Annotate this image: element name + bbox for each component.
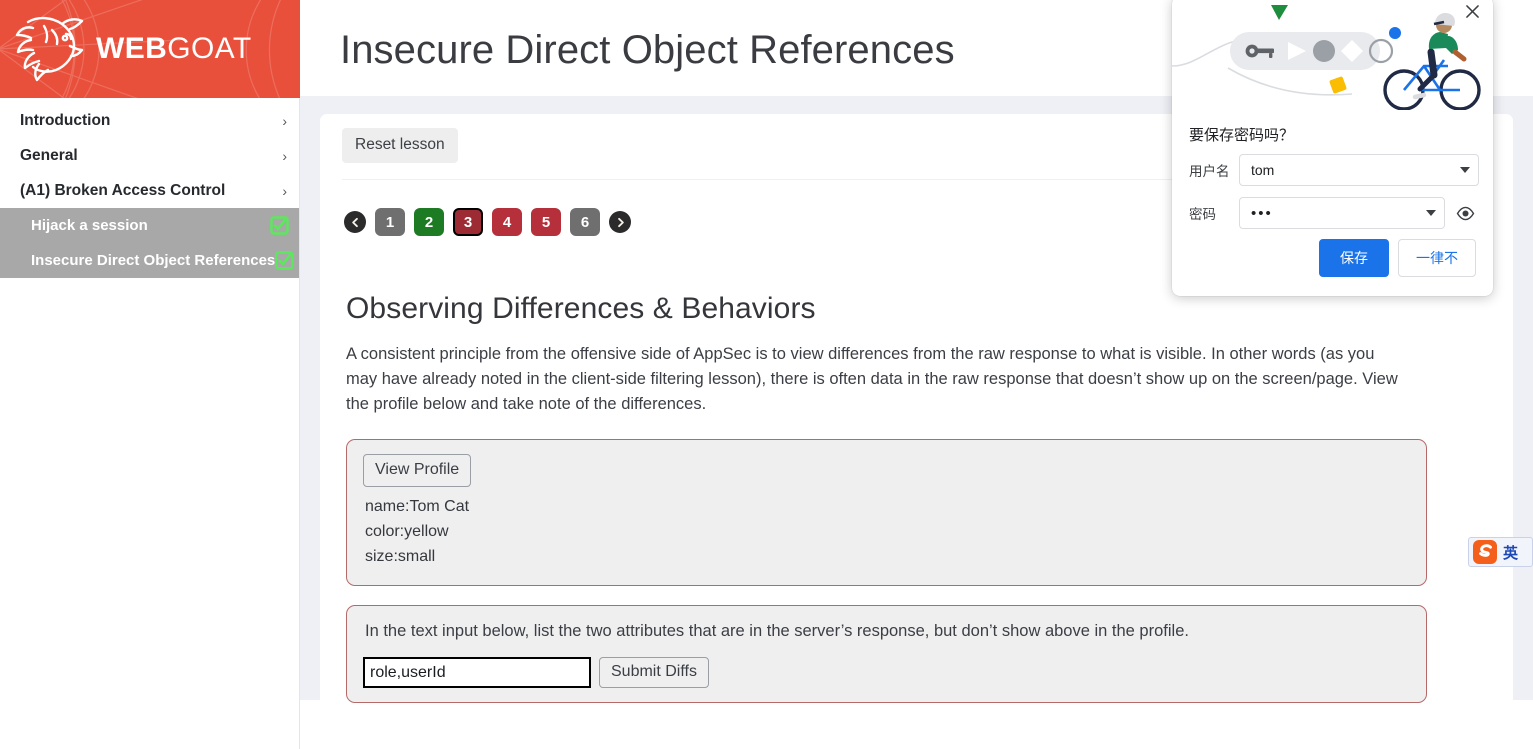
sidebar-item-insecure-direct-object-references[interactable]: Insecure Direct Object References bbox=[0, 243, 299, 278]
sogou-logo-icon bbox=[1473, 540, 1497, 564]
username-label: 用户名 bbox=[1189, 164, 1230, 179]
scrollbar-thumb[interactable] bbox=[0, 262, 14, 270]
check-square-icon bbox=[275, 251, 294, 270]
goat-head-icon bbox=[15, 16, 84, 82]
screen: WEBGOAT Introduction › General › (A1) Br… bbox=[0, 0, 1533, 749]
profile-attribute-color: color:yellow bbox=[365, 523, 449, 540]
lesson-paragraph: A consistent principle from the offensiv… bbox=[346, 345, 1398, 413]
password-row: 密码 ••• bbox=[1189, 197, 1476, 229]
profile-panel: View Profile name:Tom Cat color:yellow s… bbox=[346, 439, 1427, 586]
password-masked-value: ••• bbox=[1251, 204, 1273, 222]
ime-mode-label: 英 bbox=[1503, 544, 1519, 562]
sidebar-item-general[interactable]: General › bbox=[0, 138, 299, 173]
chevron-right-icon: › bbox=[282, 147, 287, 164]
diff-answer-input[interactable] bbox=[363, 657, 591, 688]
chevron-right-icon: › bbox=[282, 112, 287, 129]
page-button-5[interactable]: 5 bbox=[531, 208, 561, 236]
arrow-right-circle-icon[interactable] bbox=[609, 211, 631, 233]
page-button-6[interactable]: 6 bbox=[570, 208, 600, 236]
chevron-down-icon bbox=[1426, 210, 1436, 216]
profile-attribute-name: name:Tom Cat bbox=[365, 498, 470, 515]
sidebar-lesson-label: Hijack a session bbox=[31, 217, 148, 234]
brand-header: WEBGOAT bbox=[0, 0, 300, 98]
arrow-left-circle-icon[interactable] bbox=[344, 211, 366, 233]
sidebar-item-broken-access-control[interactable]: (A1) Broken Access Control › bbox=[0, 173, 299, 208]
reset-lesson-button[interactable]: Reset lesson bbox=[342, 128, 458, 163]
diff-prompt: In the text input below, list the two at… bbox=[365, 622, 1189, 640]
username-field[interactable]: tom bbox=[1239, 154, 1479, 186]
password-field[interactable]: ••• bbox=[1239, 197, 1445, 229]
sogou-ime-bar[interactable]: 英 bbox=[1468, 537, 1533, 567]
save-password-button[interactable]: 保存 bbox=[1319, 239, 1389, 277]
page-button-4[interactable]: 4 bbox=[492, 208, 522, 236]
sidebar-lesson-group: Hijack a session Insecure Direct Object … bbox=[0, 208, 299, 278]
check-square-icon bbox=[270, 216, 289, 235]
page-button-1[interactable]: 1 bbox=[375, 208, 405, 236]
sidebar-item-hijack-a-session[interactable]: Hijack a session bbox=[0, 208, 299, 243]
chevron-right-icon: › bbox=[282, 182, 287, 199]
never-save-button[interactable]: 一律不 bbox=[1398, 239, 1476, 277]
dialog-actions: 保存 一律不 bbox=[1319, 239, 1476, 277]
password-label: 密码 bbox=[1189, 207, 1216, 222]
sidebar-lesson-label: Insecure Direct Object References bbox=[31, 252, 276, 269]
sidebar-item-label: Introduction bbox=[20, 111, 111, 129]
profile-attributes: name:Tom Cat color:yellow size:small bbox=[363, 494, 1410, 569]
sidebar-item-label: General bbox=[20, 146, 78, 164]
username-row: 用户名 tom bbox=[1189, 154, 1479, 186]
page-button-2[interactable]: 2 bbox=[414, 208, 444, 236]
lesson-section-title: Observing Differences & Behaviors bbox=[346, 292, 816, 325]
sidebar-item-label: (A1) Broken Access Control bbox=[20, 181, 226, 199]
profile-attribute-size: size:small bbox=[365, 548, 436, 565]
cyclist-password-illustration bbox=[1172, 5, 1481, 110]
view-profile-button[interactable]: View Profile bbox=[363, 454, 472, 487]
diff-form: Submit Diffs bbox=[363, 657, 1410, 688]
save-password-dialog: 要保存密码吗？ 用户名 tom 密码 ••• 保存 一律不 bbox=[1172, 0, 1493, 296]
page-button-3[interactable]: 3 bbox=[453, 208, 483, 236]
eye-icon[interactable] bbox=[1454, 202, 1476, 224]
brand-name-light: GOAT bbox=[167, 32, 252, 65]
username-value: tom bbox=[1251, 162, 1275, 178]
sidebar: WEBGOAT Introduction › General › (A1) Br… bbox=[0, 0, 300, 749]
dialog-question: 要保存密码吗？ bbox=[1189, 127, 1295, 144]
brand-name: WEBGOAT bbox=[96, 32, 252, 66]
brand-name-bold: WEB bbox=[96, 32, 168, 65]
sidebar-item-introduction[interactable]: Introduction › bbox=[0, 103, 299, 138]
sidebar-nav: Introduction › General › (A1) Broken Acc… bbox=[0, 98, 299, 278]
submit-diffs-button[interactable]: Submit Diffs bbox=[599, 657, 709, 688]
chevron-down-icon bbox=[1460, 167, 1470, 173]
diff-panel: In the text input below, list the two at… bbox=[346, 605, 1427, 703]
